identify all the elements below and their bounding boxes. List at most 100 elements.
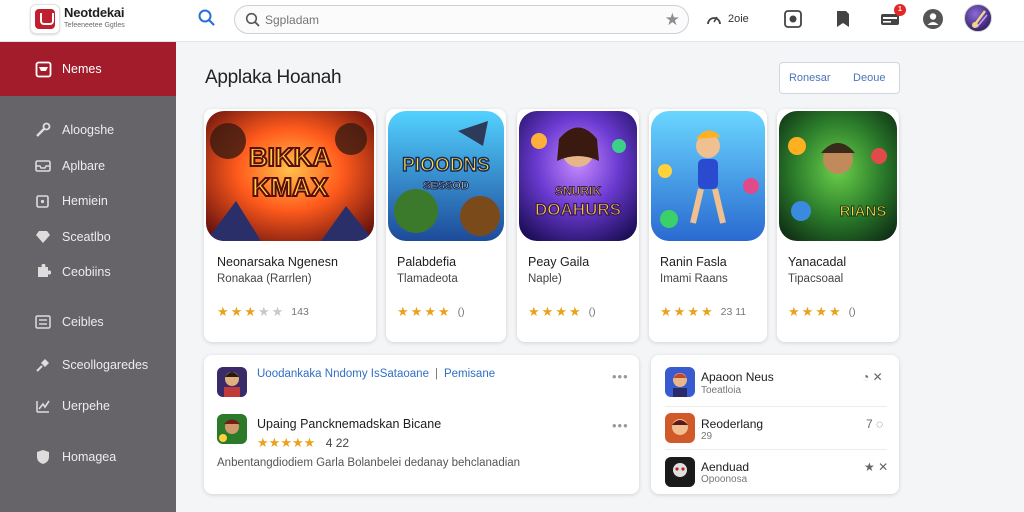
sidebar-item-uerpehe[interactable]: Uerpehe xyxy=(0,389,176,423)
list-item-thumbnail[interactable] xyxy=(665,367,695,397)
more-options-icon[interactable]: ••• xyxy=(612,369,629,384)
feed-item-title[interactable]: Upaing Pancknemadskan Bicane xyxy=(257,417,441,431)
list-item-title[interactable]: Apaoon Neus xyxy=(701,370,774,384)
feed-item-thumbnail[interactable] xyxy=(217,414,247,444)
sidebar-item-hemiein[interactable]: Hemiein xyxy=(0,184,176,218)
star-empty-icon: ★ xyxy=(271,304,284,319)
app-card[interactable]: SNURIK DOAHURS Peay Gaila Naple) ★ ★ ★ ★ () xyxy=(517,109,639,342)
gauge-icon xyxy=(707,16,721,25)
art-title-line-2: SESSOD xyxy=(423,180,469,192)
app-logo-icon[interactable] xyxy=(30,4,60,34)
app-card-rating: ★ ★ ★ ★ () xyxy=(788,305,856,319)
rating-count: () xyxy=(588,306,596,318)
app-card-title: Yanacadal xyxy=(788,255,847,269)
account-icon[interactable] xyxy=(922,8,944,30)
feed-link-primary[interactable]: Uoodankaka Nndomy IsSataoane xyxy=(257,368,429,380)
list-item-subtitle: Opoonosa xyxy=(701,474,748,485)
feed-link-secondary[interactable]: Pemisane xyxy=(444,368,495,380)
app-card-rating: ★ ★ ★ ★ () xyxy=(397,305,465,319)
sidebar-item-sceollogaredes[interactable]: Sceollogaredes xyxy=(0,348,176,382)
app-card-subtitle: Tlamadeota xyxy=(397,273,458,285)
app-thumbnail[interactable]: PIOODNS SESSOD xyxy=(388,111,504,241)
sidebar-item-label: Aplbare xyxy=(62,159,106,173)
divider xyxy=(665,406,887,407)
media-icon[interactable] xyxy=(782,8,804,30)
sidebar-item-homagea[interactable]: Homagea xyxy=(0,440,176,474)
divider xyxy=(665,449,887,450)
filter-button-first[interactable]: Ronesar xyxy=(780,72,840,84)
list-item-actions[interactable]: ◔ ✕ xyxy=(862,370,883,384)
star-icon: ★ xyxy=(801,304,814,319)
app-thumbnail[interactable] xyxy=(651,111,765,241)
filter-button-group: Ronesar Deoue xyxy=(779,62,900,94)
speed-indicator[interactable]: 2oie xyxy=(706,9,749,29)
star-icon: ★ xyxy=(568,304,581,319)
art-title-line-2: DOAHURS xyxy=(535,200,621,219)
shield-icon xyxy=(34,448,52,466)
list-item-subtitle: 29 xyxy=(701,431,713,442)
star-empty-icon: ★ xyxy=(257,304,270,319)
diamond-icon xyxy=(34,228,52,246)
rating-count: 143 xyxy=(291,306,309,318)
star-icon: ★ xyxy=(268,435,281,450)
notification-badge: 1 xyxy=(894,4,906,16)
sidebar-item-label: Uerpehe xyxy=(62,399,110,413)
list-item-title[interactable]: Reoderlang xyxy=(701,417,763,431)
star-icon: ★ xyxy=(424,304,436,319)
app-card-subtitle: Naple) xyxy=(528,273,562,285)
chart-icon xyxy=(34,397,52,415)
list-item-actions[interactable]: 7 ◌ xyxy=(866,417,883,431)
sidebar-item-aplbare[interactable]: Aplbare xyxy=(0,149,176,183)
sidebar-item-nemes[interactable]: Nemes xyxy=(0,42,176,96)
app-card[interactable]: RIANS Yanacadal Tipacsoaal ★ ★ ★ ★ () xyxy=(777,109,899,342)
sidebar-item-label: Hemiein xyxy=(62,194,108,208)
rating-count: () xyxy=(848,306,856,318)
app-card[interactable]: Ranin Fasla Imami Raans ★ ★ ★ ★ 23 11 xyxy=(649,109,767,342)
app-card-rating: ★ ★ ★ ★ ★ 143 xyxy=(217,305,309,319)
sidebar-item-aloogshe[interactable]: Aloogshe xyxy=(0,113,176,147)
star-icon: ★ xyxy=(673,304,686,319)
more-options-icon[interactable]: ••• xyxy=(612,418,629,433)
star-icon: ★ xyxy=(555,304,567,319)
app-card[interactable]: BIKKA KMAX Neonarsaka Ngenesn Ronakaa (R… xyxy=(204,109,376,342)
list-item-thumbnail[interactable] xyxy=(665,457,695,487)
cart-icon[interactable]: 1 xyxy=(880,4,906,30)
search-input[interactable] xyxy=(265,10,645,30)
star-icon: ★ xyxy=(437,304,450,319)
art-title-line-1: SNURIK xyxy=(555,184,601,198)
feed-avatar[interactable] xyxy=(217,367,247,397)
app-thumbnail[interactable]: BIKKA KMAX xyxy=(206,111,374,241)
sidebar-item-label: Aloogshe xyxy=(62,123,115,137)
sidebar-item-ceobiins[interactable]: Ceobiins xyxy=(0,255,176,289)
bookmark-icon[interactable] xyxy=(832,8,854,30)
app-card-rating: ★ ★ ★ ★ 23 11 xyxy=(660,305,746,319)
favorite-star-icon[interactable]: ★ xyxy=(665,10,680,30)
sidebar-item-sceatlbo[interactable]: Sceatlbo xyxy=(0,220,176,254)
puzzle-icon xyxy=(34,263,52,281)
app-card-rating: ★ ★ ★ ★ () xyxy=(528,305,596,319)
list-item-title[interactable]: Aenduad xyxy=(701,460,749,474)
list-item-actions[interactable]: ★ ✕ xyxy=(864,460,888,474)
feed-item-rating: ★★★★★ 4 22 xyxy=(257,434,349,452)
star-icon: ★ xyxy=(217,304,229,319)
app-card-subtitle: Tipacsoaal xyxy=(788,273,844,285)
sidebar-item-ceibles[interactable]: Ceibles xyxy=(0,305,176,339)
app-card-subtitle: Ronakaa (Rarrlen) xyxy=(217,273,312,285)
tag-icon xyxy=(34,192,52,210)
app-name: Neotdekai xyxy=(64,5,125,20)
star-icon: ★ xyxy=(788,304,800,319)
search-icon[interactable] xyxy=(197,8,217,28)
filter-button-second[interactable]: Deoue xyxy=(840,72,900,84)
app-thumbnail[interactable]: RIANS xyxy=(779,111,897,241)
rating-count: () xyxy=(457,306,465,318)
search-bar[interactable]: ★ xyxy=(234,5,689,34)
avatar[interactable] xyxy=(964,4,992,32)
list-item-thumbnail[interactable] xyxy=(665,413,695,443)
sidebar: Nemes Aloogshe Aplbare Hemiein Sceatlbo … xyxy=(0,42,176,512)
app-thumbnail[interactable]: SNURIK DOAHURS xyxy=(519,111,637,241)
star-icon: ★ xyxy=(660,304,672,319)
star-icon: ★ xyxy=(397,304,409,319)
app-card[interactable]: PIOODNS SESSOD Palabdefia Tlamadeota ★ ★ ★… xyxy=(386,109,506,342)
separator: | xyxy=(434,368,438,380)
star-icon: ★ xyxy=(528,304,540,319)
